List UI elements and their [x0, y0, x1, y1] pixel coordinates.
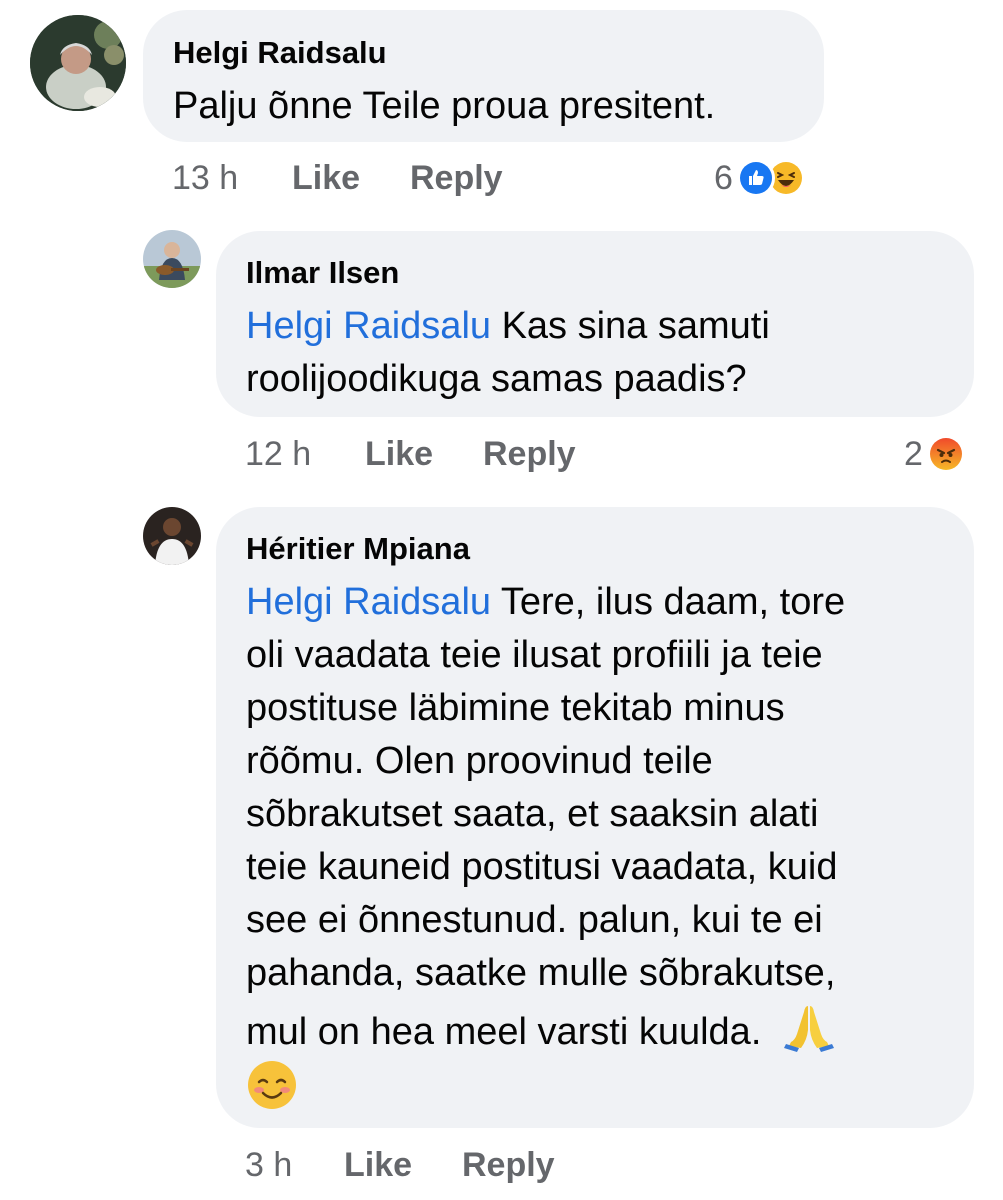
- comment-bubble[interactable]: Helgi Raidsalu Palju õnne Teile proua pr…: [143, 10, 824, 142]
- comment-text: Helgi Raidsalu Tere, ilus daam, tore oli…: [246, 576, 974, 1118]
- comment-author[interactable]: Héritier Mpiana: [246, 531, 974, 567]
- angry-icon: [926, 435, 965, 473]
- comment-text-line: pahanda, saatke mulle sõbrakutse,: [246, 952, 836, 994]
- profile-photo: [30, 15, 126, 111]
- like-button[interactable]: Like: [365, 434, 433, 474]
- reaction-count: 2: [904, 434, 923, 473]
- comment-timestamp[interactable]: 13 h: [172, 158, 238, 198]
- comment-text: Palju õnne Teile proua presitent.: [173, 85, 716, 127]
- comment-author[interactable]: Ilmar Ilsen: [246, 255, 974, 291]
- reaction-count: 6: [714, 158, 733, 197]
- profile-photo: [143, 507, 201, 565]
- comment-author[interactable]: Helgi Raidsalu: [173, 35, 824, 71]
- avatar-helgi-raidsalu[interactable]: [30, 15, 126, 111]
- comment-text-line: mul on hea meel varsti kuulda.: [246, 1011, 783, 1053]
- comment-bubble[interactable]: Ilmar Ilsen Helgi Raidsalu Kas sina samu…: [216, 231, 974, 417]
- comment-actions: 13 h Like Reply: [172, 158, 572, 198]
- comment-actions: 3 h Like Reply: [245, 1145, 645, 1185]
- comment-text-line: Tere, ilus daam, tore: [491, 581, 846, 623]
- like-button[interactable]: Like: [344, 1145, 412, 1185]
- comment-text: Helgi Raidsalu Kas sina samuti roolijood…: [246, 300, 974, 406]
- comment-bubble[interactable]: Héritier Mpiana Helgi Raidsalu Tere, ilu…: [216, 507, 974, 1128]
- comment-timestamp[interactable]: 3 h: [245, 1145, 292, 1185]
- comment-text-line: postituse läbimine tekitab minus: [246, 687, 785, 729]
- folded-hands-emoji: [783, 1000, 835, 1052]
- comment-text-line: roolijoodikuga samas paadis?: [246, 358, 747, 400]
- mention-link[interactable]: Helgi Raidsalu: [246, 305, 491, 347]
- reply-button[interactable]: Reply: [410, 158, 503, 198]
- comment-text-line: sõbrakutset saata, et saaksin alati: [246, 793, 819, 835]
- avatar-ilmar-ilsen[interactable]: [143, 230, 201, 288]
- like-button[interactable]: Like: [292, 158, 360, 198]
- comment-text-line: teie kauneid postitusi vaadata, kuid: [246, 846, 838, 888]
- comment-text-line: see ei õnnestunud. palun, kui te ei: [246, 899, 823, 941]
- comment-actions: 12 h Like Reply: [245, 434, 645, 474]
- comment-text-line: oli vaadata teie ilusat profiili ja teie: [246, 634, 823, 676]
- profile-photo: [143, 230, 201, 288]
- comment-text-line: Kas sina samuti: [491, 305, 770, 347]
- comment-timestamp[interactable]: 12 h: [245, 434, 311, 474]
- mention-link[interactable]: Helgi Raidsalu: [246, 581, 491, 623]
- avatar-heritier-mpiana[interactable]: [143, 507, 201, 565]
- reaction-summary[interactable]: 6: [714, 158, 805, 198]
- reply-button[interactable]: Reply: [462, 1145, 555, 1185]
- reaction-summary[interactable]: 2: [904, 434, 965, 474]
- like-icon: [736, 159, 775, 197]
- reply-button[interactable]: Reply: [483, 434, 576, 474]
- comment-text-line: rõõmu. Olen proovinud teile: [246, 740, 713, 782]
- smiling-face-emoji: [246, 1059, 298, 1111]
